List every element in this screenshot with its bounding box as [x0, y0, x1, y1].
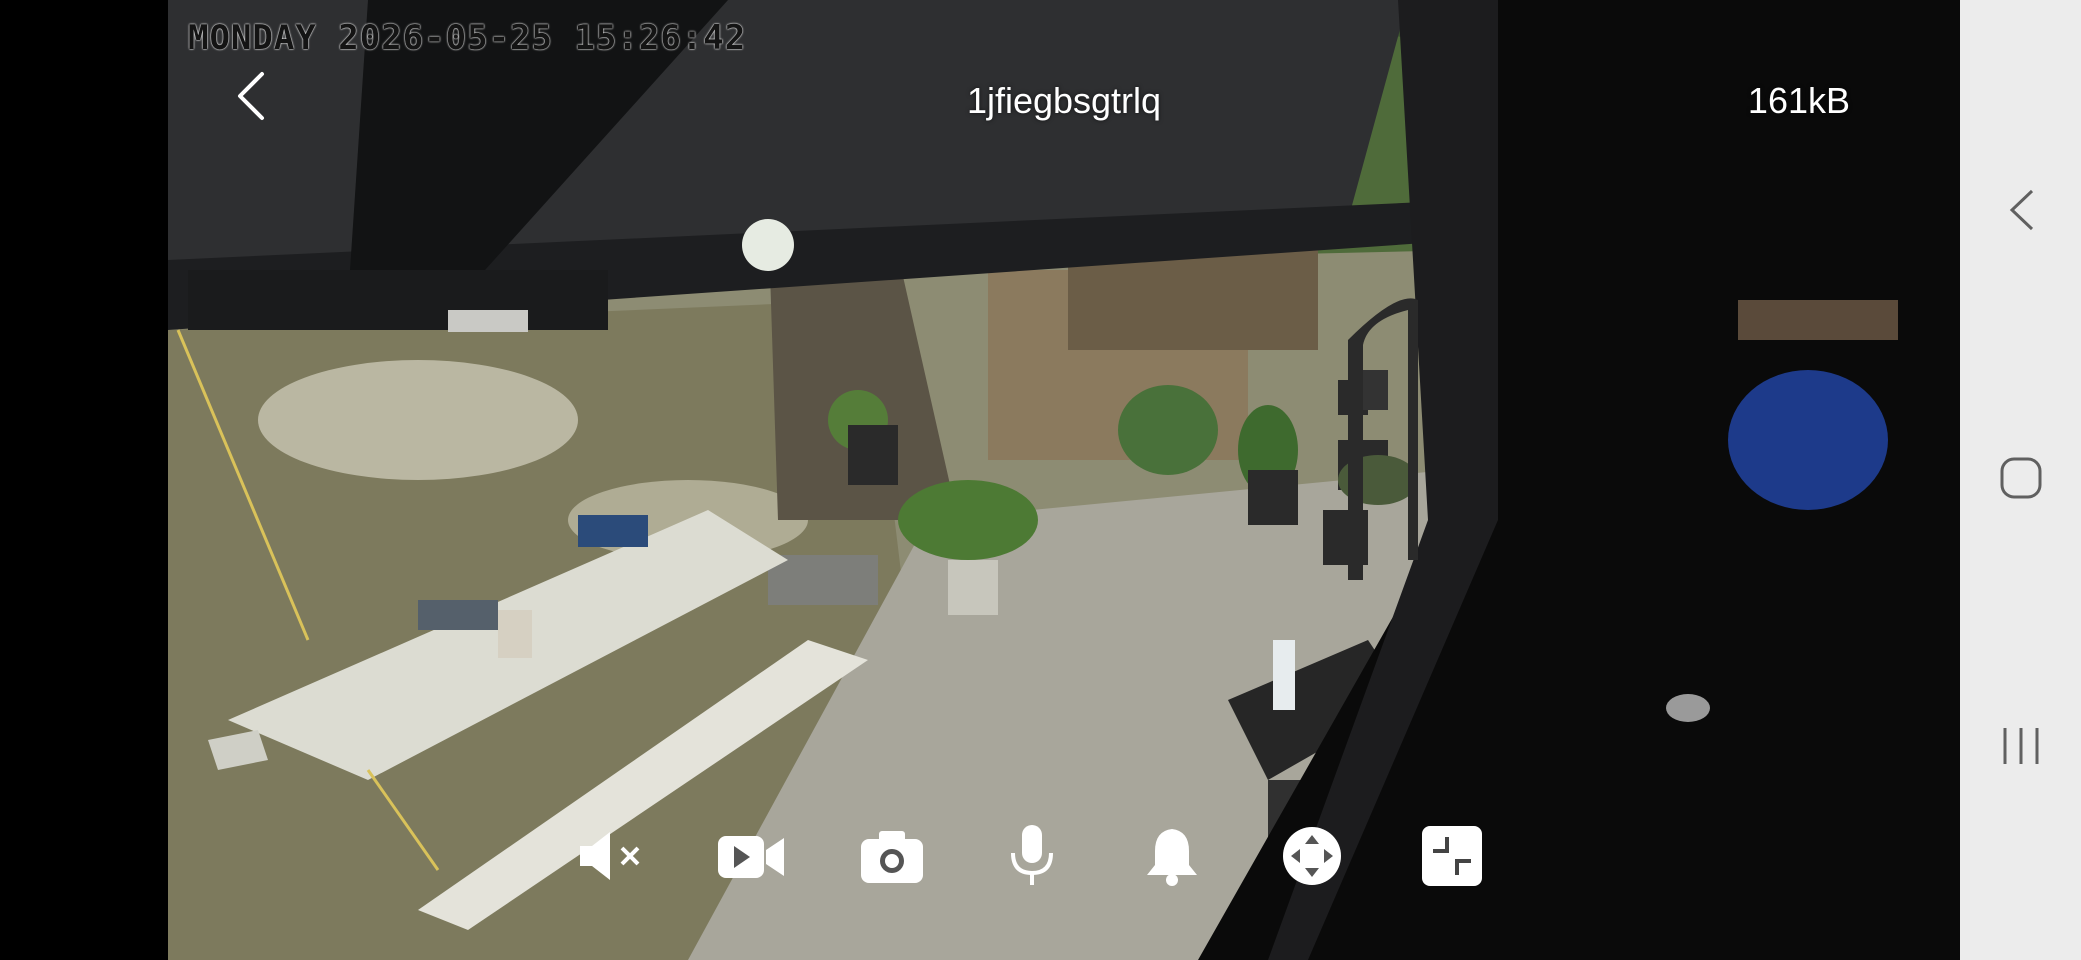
bitrate-readout: 161kB [1747, 80, 1850, 121]
recents-icon [1999, 724, 2043, 773]
talk-button[interactable] [1000, 824, 1064, 888]
alarm-button[interactable] [1140, 824, 1204, 888]
snapshot-button[interactable] [860, 824, 924, 888]
bell-icon [1143, 825, 1201, 887]
record-button[interactable] [718, 824, 784, 888]
back-icon [2006, 187, 2036, 238]
camera-name: 1jfiegbsgtrlq [966, 80, 1162, 121]
microphone-icon [1007, 823, 1057, 889]
exit-fullscreen-button[interactable] [1420, 824, 1484, 888]
playback-controls [580, 820, 1484, 892]
letterbox-left [0, 0, 168, 960]
mute-button[interactable] [580, 824, 644, 888]
video-camera-icon [716, 828, 788, 884]
collapse-icon [1421, 825, 1483, 887]
camera-icon [859, 827, 925, 885]
system-home-button[interactable] [1960, 440, 2081, 520]
speaker-muted-icon [576, 828, 648, 884]
system-back-button[interactable] [1960, 172, 2081, 252]
ptz-direction-icon [1281, 825, 1343, 887]
system-recents-button[interactable] [1960, 708, 2081, 788]
ptz-button[interactable] [1280, 824, 1344, 888]
system-nav-bar [1960, 0, 2081, 960]
top-bar: 1jfiegbsgtrlq 161kB [168, 0, 1960, 200]
home-icon [1997, 454, 2045, 507]
